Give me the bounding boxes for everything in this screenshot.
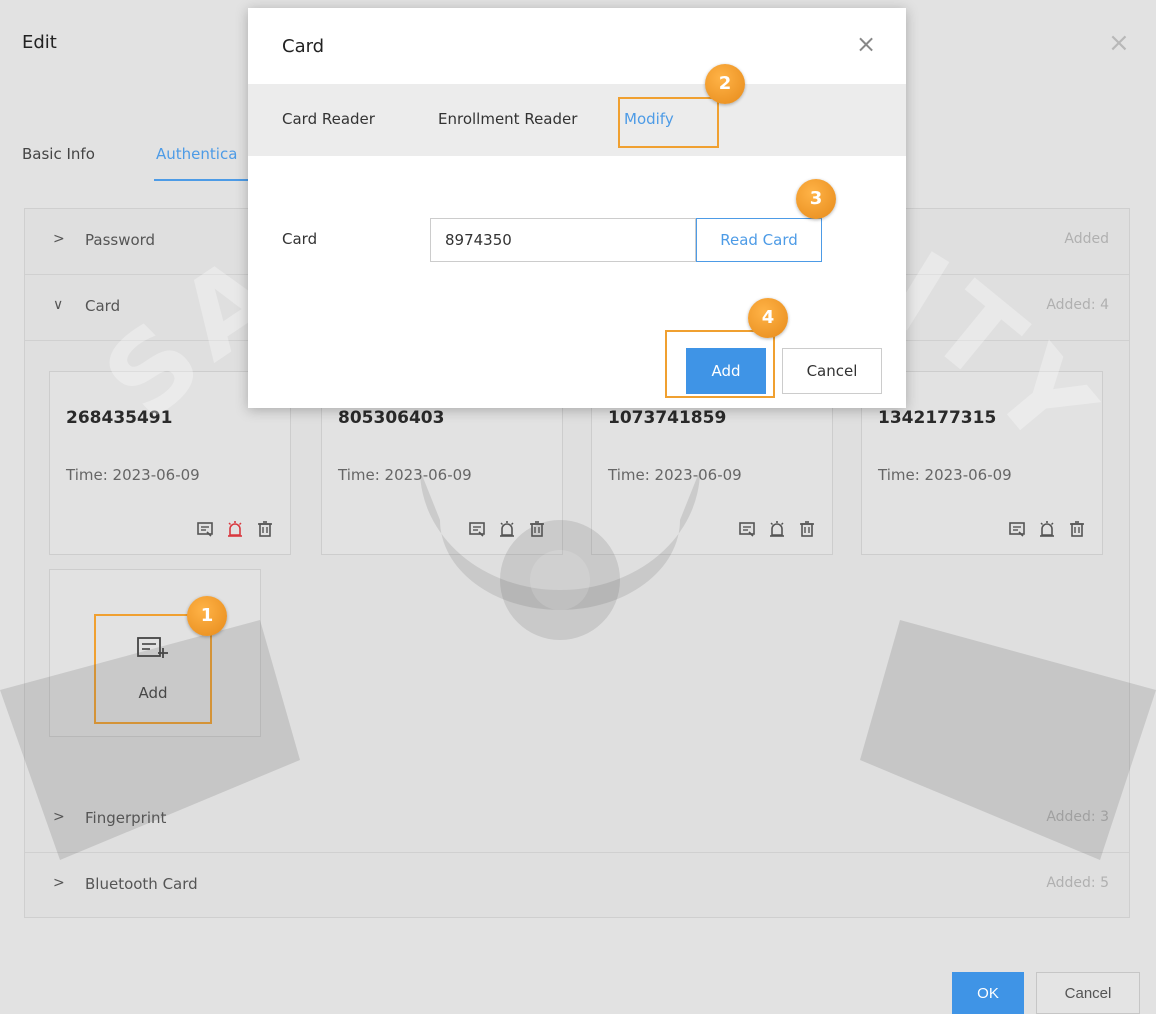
- delete-icon[interactable]: [528, 520, 546, 538]
- add-button-highlight: [665, 330, 775, 398]
- section-label: Bluetooth Card: [85, 875, 198, 893]
- card-field-label: Card: [282, 230, 318, 248]
- add-card-icon: [137, 637, 168, 658]
- modal-cancel-button[interactable]: Cancel: [782, 348, 882, 394]
- chevron-down-icon: ∨: [53, 297, 64, 313]
- cancel-button[interactable]: Cancel: [1036, 972, 1140, 1014]
- card-time: Time: 2023-06-09: [878, 466, 1012, 484]
- section-status: Added: 3: [1046, 809, 1109, 825]
- card-number: 1342177315: [878, 408, 997, 428]
- alarm-icon[interactable]: [768, 520, 786, 538]
- edit-card-icon[interactable]: [196, 520, 214, 538]
- card-number-input[interactable]: [430, 218, 696, 262]
- section-label: Fingerprint: [85, 809, 167, 827]
- modal-tabs: Card Reader Enrollment Reader Modify: [248, 84, 906, 156]
- section-label: Password: [85, 231, 156, 249]
- modal-title: Card: [282, 36, 325, 57]
- tab-authentication[interactable]: Authentica: [156, 145, 237, 163]
- card-time: Time: 2023-06-09: [66, 466, 200, 484]
- step-badge-4: 4: [748, 298, 788, 338]
- ok-button[interactable]: OK: [952, 972, 1024, 1014]
- chevron-right-icon: >: [53, 809, 65, 825]
- alarm-icon[interactable]: [1038, 520, 1056, 538]
- card-time: Time: 2023-06-09: [608, 466, 742, 484]
- edit-card-icon[interactable]: [468, 520, 486, 538]
- card-number: 268435491: [66, 408, 173, 428]
- edit-card-icon[interactable]: [1008, 520, 1026, 538]
- tab-basic-info[interactable]: Basic Info: [22, 145, 95, 163]
- tab-card-reader[interactable]: Card Reader: [282, 110, 375, 128]
- section-status: Added: 5: [1046, 875, 1109, 891]
- edit-title: Edit: [22, 32, 57, 53]
- step-badge-3: 3: [796, 179, 836, 219]
- active-tab-underline: [154, 179, 254, 181]
- edit-close-icon[interactable]: ×: [1108, 30, 1130, 56]
- edit-card-icon[interactable]: [738, 520, 756, 538]
- card-number: 1073741859: [608, 408, 727, 428]
- card-time: Time: 2023-06-09: [338, 466, 472, 484]
- read-card-button[interactable]: Read Card: [696, 218, 822, 262]
- section-label: Card: [85, 297, 121, 315]
- section-status: Added: [1064, 231, 1109, 247]
- modal-close-icon[interactable]: ×: [856, 32, 876, 56]
- modify-tab-highlight: [618, 97, 719, 148]
- section-fingerprint[interactable]: > Fingerprint Added: 3: [25, 787, 1129, 853]
- delete-icon[interactable]: [798, 520, 816, 538]
- section-status: Added: 4: [1046, 297, 1109, 313]
- alarm-icon[interactable]: [226, 520, 244, 538]
- delete-icon[interactable]: [256, 520, 274, 538]
- step-badge-1: 1: [187, 596, 227, 636]
- chevron-right-icon: >: [53, 875, 65, 891]
- step-badge-2: 2: [705, 64, 745, 104]
- delete-icon[interactable]: [1068, 520, 1086, 538]
- tab-enrollment-reader[interactable]: Enrollment Reader: [438, 110, 577, 128]
- add-label: Add: [138, 684, 168, 702]
- section-bluetooth-card[interactable]: > Bluetooth Card Added: 5: [25, 853, 1129, 919]
- card-number: 805306403: [338, 408, 445, 428]
- alarm-icon[interactable]: [498, 520, 516, 538]
- chevron-right-icon: >: [53, 231, 65, 247]
